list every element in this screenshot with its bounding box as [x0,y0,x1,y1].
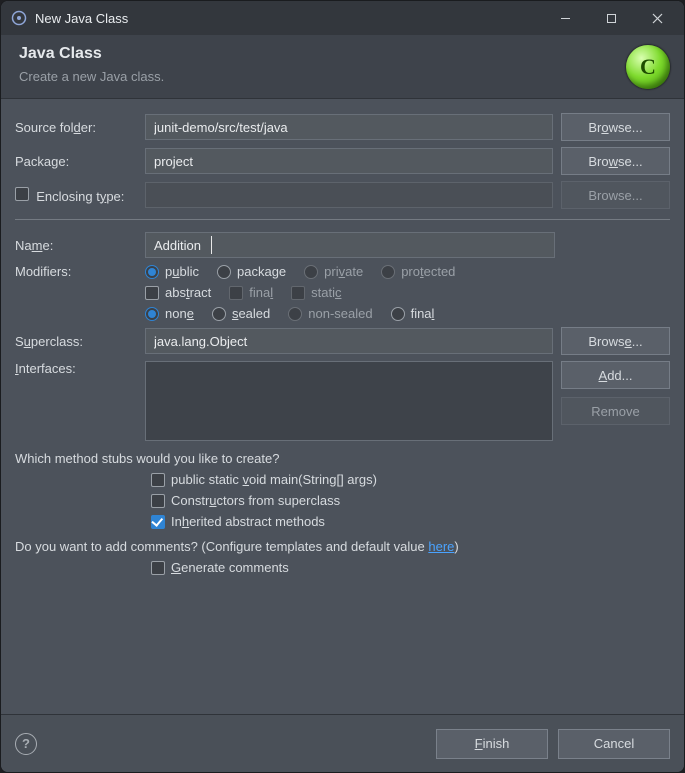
radio-sealed[interactable]: sealed [212,306,270,321]
window-title: New Java Class [35,11,542,26]
class-icon: C [626,45,670,89]
interfaces-list[interactable] [145,361,553,441]
close-button[interactable] [634,2,680,34]
maximize-button[interactable] [588,2,634,34]
name-input[interactable] [145,232,555,258]
finish-button[interactable]: Finish [436,729,548,759]
label-name: Name: [15,238,137,253]
separator [15,219,670,220]
check-inherited[interactable]: Inherited abstract methods [151,514,670,529]
form-area: Source folder: Browse... Package: Browse… [1,99,684,714]
enclosing-type-input [145,182,553,208]
browse-enclosing-button: Browse... [561,181,670,209]
here-link[interactable]: here [428,539,454,554]
check-generate-comments[interactable]: Generate comments [151,560,670,575]
radio-package[interactable]: package [217,264,286,279]
check-ctors[interactable]: Constructors from superclass [151,493,670,508]
radio-protected: protected [381,264,455,279]
banner: Java Class Create a new Java class. C [1,35,684,99]
superclass-input[interactable] [145,328,553,354]
radio-non-sealed: non-sealed [288,306,372,321]
radio-private: private [304,264,363,279]
dialog-window: New Java Class Java Class Create a new J… [0,0,685,773]
browse-package-button[interactable]: Browse... [561,147,670,175]
radio-final-seal[interactable]: final [391,306,435,321]
check-main[interactable]: public static void main(String[] args) [151,472,670,487]
text-caret [211,236,212,254]
browse-source-button[interactable]: Browse... [561,113,670,141]
label-source-folder: Source folder: [15,120,137,135]
check-final: final [229,285,273,300]
app-icon [11,10,27,26]
source-folder-input[interactable] [145,114,553,140]
browse-superclass-button[interactable]: Browse... [561,327,670,355]
label-modifiers: Modifiers: [15,264,137,279]
remove-interface-button: Remove [561,397,670,425]
cancel-button[interactable]: Cancel [558,729,670,759]
radio-none[interactable]: none [145,306,194,321]
label-package: Package: [15,154,137,169]
label-superclass: Superclass: [15,334,137,349]
footer: ? Finish Cancel [1,714,684,772]
titlebar: New Java Class [1,1,684,35]
help-button[interactable]: ? [15,733,37,755]
comments-question: Do you want to add comments? (Configure … [15,539,670,554]
add-interface-button[interactable]: Add... [561,361,670,389]
check-static: static [291,285,341,300]
enclosing-type-check[interactable]: Enclosing type: [15,187,137,204]
radio-public[interactable]: public [145,264,199,279]
banner-heading: Java Class [19,45,666,63]
package-input[interactable] [145,148,553,174]
minimize-button[interactable] [542,2,588,34]
stubs-question: Which method stubs would you like to cre… [15,451,670,466]
modifiers-group: public package private protected abstrac… [145,264,670,321]
banner-sub: Create a new Java class. [19,69,666,84]
check-abstract[interactable]: abstract [145,285,211,300]
label-interfaces: Interfaces: [15,361,137,376]
